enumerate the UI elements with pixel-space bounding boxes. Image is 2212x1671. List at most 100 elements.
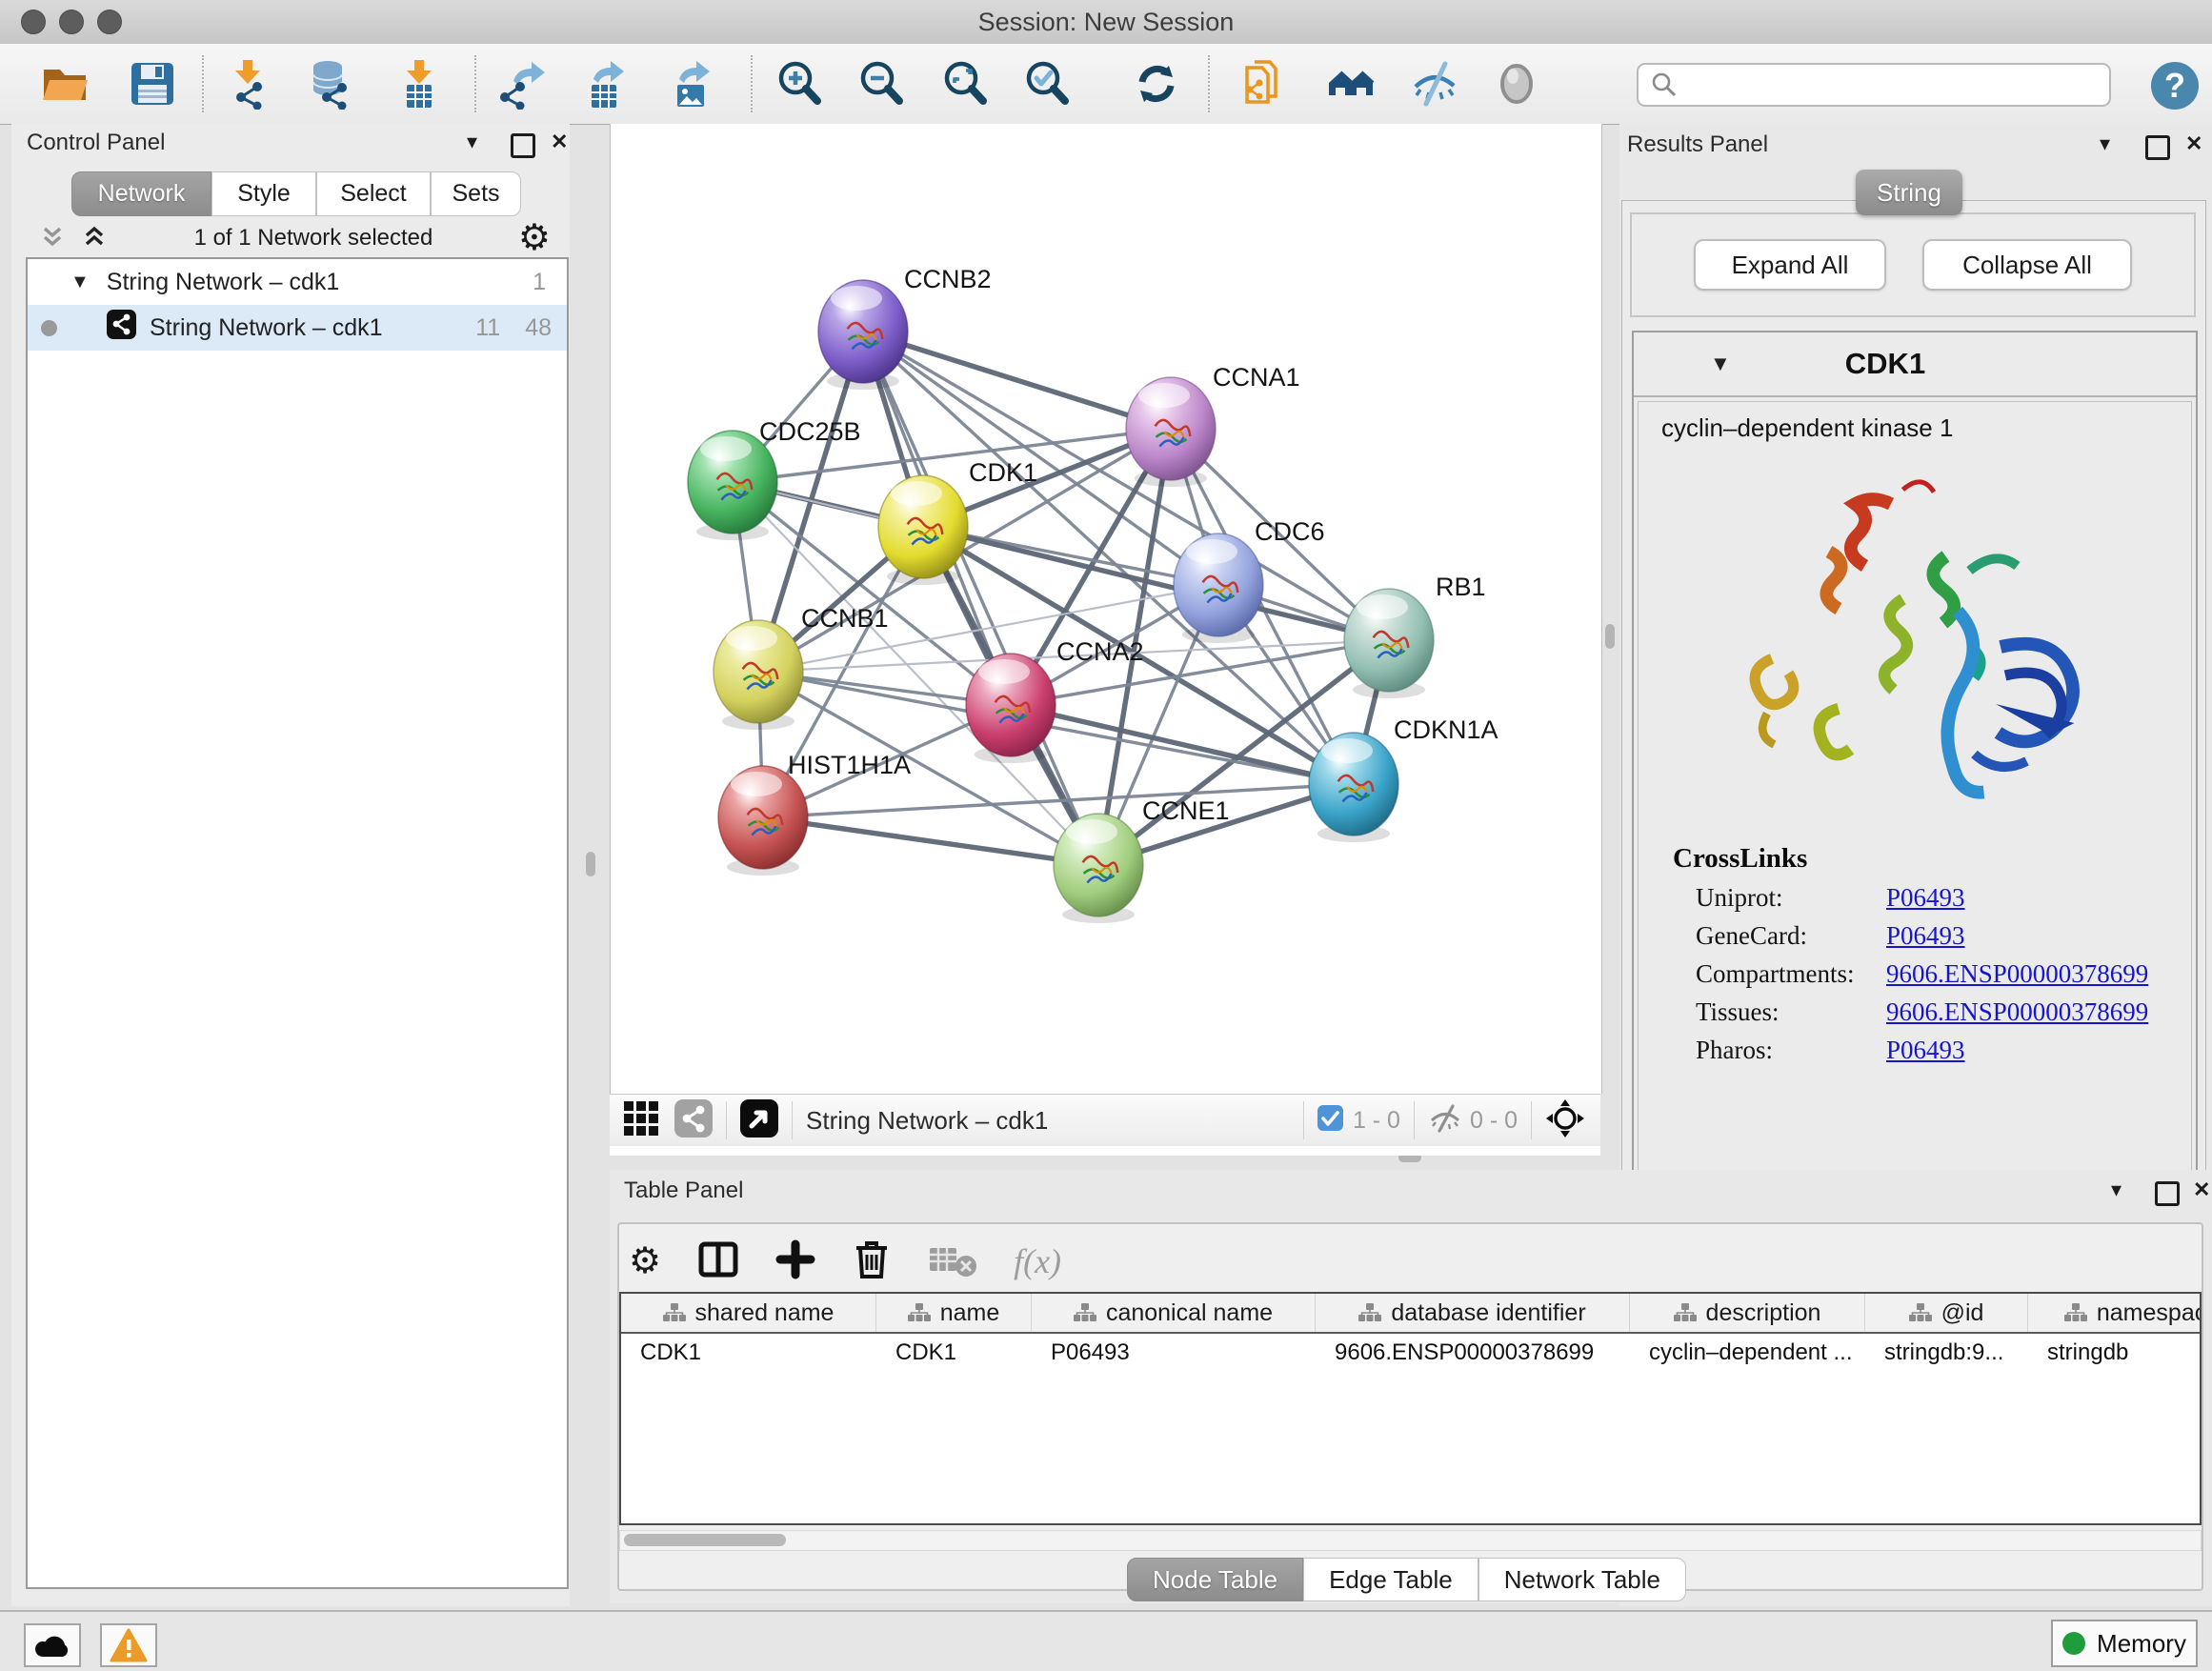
memory-button[interactable]: Memory <box>2051 1620 2198 1667</box>
table-cell[interactable]: CDK1 <box>621 1334 876 1372</box>
network-node-label-CCNE1: CCNE1 <box>1142 796 1230 825</box>
network-row-selected[interactable]: String Network – cdk1 11 48 <box>28 305 567 351</box>
search-input[interactable] <box>1637 63 2111 107</box>
tab-sets[interactable]: Sets <box>431 171 521 216</box>
crosslink-link[interactable]: 9606.ENSP00000378699 <box>1886 997 2148 1027</box>
table-panel-close-icon[interactable]: ✕ <box>2193 1178 2210 1202</box>
table-options-gear-icon[interactable]: ⚙ <box>629 1243 661 1279</box>
cloud-button[interactable] <box>24 1623 81 1667</box>
import-network-database-icon[interactable] <box>303 57 356 111</box>
tab-network[interactable]: Network <box>71 171 211 216</box>
results-panel-close-icon[interactable]: ✕ <box>2185 131 2202 156</box>
crosslink-label: Tissues: <box>1696 997 1886 1027</box>
table-hscroll-thumb[interactable] <box>624 1534 786 1546</box>
warning-button[interactable] <box>100 1623 157 1667</box>
svg-text:?: ? <box>2164 66 2185 105</box>
network-node-label-CCNB1: CCNB1 <box>801 604 889 633</box>
network-edge-CCNB2-CCNE1[interactable] <box>863 332 1098 865</box>
table-cell[interactable]: P06493 <box>1032 1334 1316 1372</box>
network-options-gear-icon[interactable]: ⚙ <box>518 220 551 256</box>
collection-expand-icon[interactable]: ▼ <box>70 272 90 293</box>
control-panel-collapse-icon[interactable]: ▾ <box>467 130 477 154</box>
network-edge-CCNE1-HIST1H1A[interactable] <box>763 817 1098 865</box>
crosslink-link[interactable]: P06493 <box>1886 921 1965 951</box>
string-results-box: Expand All Collapse All ▼ CDK1 cyclin–de… <box>1621 200 2206 1267</box>
network-selection-band: 1 of 1 Network selected ⚙ <box>21 219 560 257</box>
apply-layout-icon[interactable] <box>1130 57 1183 111</box>
collapse-all-button[interactable]: Collapse All <box>1922 239 2132 291</box>
zoom-out-icon[interactable] <box>855 57 909 111</box>
import-table-icon[interactable] <box>392 57 446 111</box>
export-table-icon[interactable] <box>579 57 633 111</box>
string-home-icon[interactable] <box>1324 57 1377 111</box>
control-panel-close-icon[interactable]: ✕ <box>551 130 568 154</box>
column-header-description[interactable]: description <box>1630 1294 1865 1332</box>
table-cell[interactable]: stringdb <box>2028 1334 2202 1372</box>
cdk1-section-header[interactable]: ▼ CDK1 <box>1634 332 2196 397</box>
open-session-icon[interactable] <box>38 57 91 111</box>
table-cell[interactable]: cyclin–dependent ... <box>1630 1334 1865 1372</box>
hidden-eye-slash-icon[interactable] <box>1428 1101 1462 1140</box>
graphics-details-icon[interactable] <box>1490 57 1543 111</box>
tab-style[interactable]: Style <box>211 171 316 216</box>
table-cell[interactable]: CDK1 <box>876 1334 1032 1372</box>
table-panel-collapse-icon[interactable]: ▾ <box>2111 1178 2122 1202</box>
tab-edge-table[interactable]: Edge Table <box>1303 1558 1478 1601</box>
column-header-database-identifier[interactable]: database identifier <box>1316 1294 1630 1332</box>
results-panel-float-icon[interactable] <box>2145 135 2170 160</box>
column-header-namespace[interactable]: namespace <box>2028 1294 2202 1332</box>
gene-description: cyclin–dependent kinase 1 <box>1661 413 2191 443</box>
add-column-icon[interactable] <box>775 1239 815 1284</box>
crosslink-row: GeneCard:P06493 <box>1696 921 2191 951</box>
network-label: String Network – cdk1 <box>150 314 383 342</box>
network-node-label-CDK1: CDK1 <box>969 458 1037 487</box>
export-network-icon[interactable] <box>497 57 551 111</box>
delete-column-icon[interactable] <box>852 1238 892 1285</box>
network-collection-row[interactable]: ▼ String Network – cdk1 1 <box>28 259 567 305</box>
zoom-in-icon[interactable] <box>774 57 827 111</box>
control-panel-float-icon[interactable] <box>511 133 535 158</box>
expand-all-networks-icon[interactable] <box>80 222 109 255</box>
tab-node-table[interactable]: Node Table <box>1127 1558 1303 1601</box>
right-splitter-handle[interactable] <box>1605 624 1615 649</box>
fit-content-crosshair-icon[interactable] <box>1545 1098 1585 1143</box>
network-list: ▼ String Network – cdk1 1 String Network… <box>26 257 569 1589</box>
column-header-label: database identifier <box>1391 1299 1585 1327</box>
table-cell[interactable]: 9606.ENSP00000378699 <box>1316 1334 1630 1372</box>
zoom-selected-icon[interactable] <box>1021 57 1075 111</box>
table-cell[interactable]: stringdb:9... <box>1865 1334 2028 1372</box>
import-network-file-icon[interactable] <box>221 57 274 111</box>
column-header-name[interactable]: name <box>876 1294 1032 1332</box>
collapse-all-networks-icon[interactable] <box>38 222 67 255</box>
clone-network-icon[interactable] <box>1238 57 1292 111</box>
results-tab-string[interactable]: String <box>1856 170 1962 215</box>
birds-eye-view-icon[interactable] <box>740 1099 778 1142</box>
grid-view-icon[interactable] <box>623 1100 659 1141</box>
crosslink-link[interactable]: 9606.ENSP00000378699 <box>1886 959 2148 989</box>
network-edge-CCNB2-CCNA1[interactable] <box>863 332 1171 429</box>
section-collapse-icon[interactable]: ▼ <box>1710 352 1731 376</box>
network-edge-CCNA2-CDKN1A[interactable] <box>1011 705 1354 784</box>
save-session-icon[interactable] <box>126 57 179 111</box>
expand-all-button[interactable]: Expand All <box>1694 239 1886 291</box>
column-header-canonical-name[interactable]: canonical name <box>1032 1294 1316 1332</box>
crosslink-link[interactable]: P06493 <box>1886 883 1965 913</box>
network-canvas[interactable]: CCNB2CCNA1CDC25BCDK1CDC6RB1CCNB1CCNA2CDK… <box>610 124 1602 1094</box>
results-panel-collapse-icon[interactable]: ▾ <box>2100 131 2110 156</box>
help-icon[interactable]: ? <box>2149 60 2201 116</box>
crosslink-link[interactable]: P06493 <box>1886 1036 1965 1065</box>
selected-checkbox-icon[interactable] <box>1317 1105 1343 1136</box>
column-header-shared-name[interactable]: shared name <box>621 1294 876 1332</box>
table-panel-float-icon[interactable] <box>2155 1181 2180 1206</box>
string-network-icon <box>107 310 136 346</box>
tab-network-table[interactable]: Network Table <box>1478 1558 1686 1601</box>
table-row[interactable]: CDK1CDK1P064939606.ENSP00000378699cyclin… <box>621 1334 2200 1372</box>
export-image-icon[interactable] <box>665 57 718 111</box>
column-header--id[interactable]: @id <box>1865 1294 2028 1332</box>
left-splitter-handle[interactable] <box>586 852 595 876</box>
show-columns-icon[interactable] <box>697 1238 739 1285</box>
tab-select[interactable]: Select <box>316 171 431 216</box>
zoom-fit-icon[interactable] <box>939 57 993 111</box>
table-hscrollbar[interactable] <box>619 1530 2202 1551</box>
hide-panel-icon[interactable] <box>1408 57 1461 111</box>
